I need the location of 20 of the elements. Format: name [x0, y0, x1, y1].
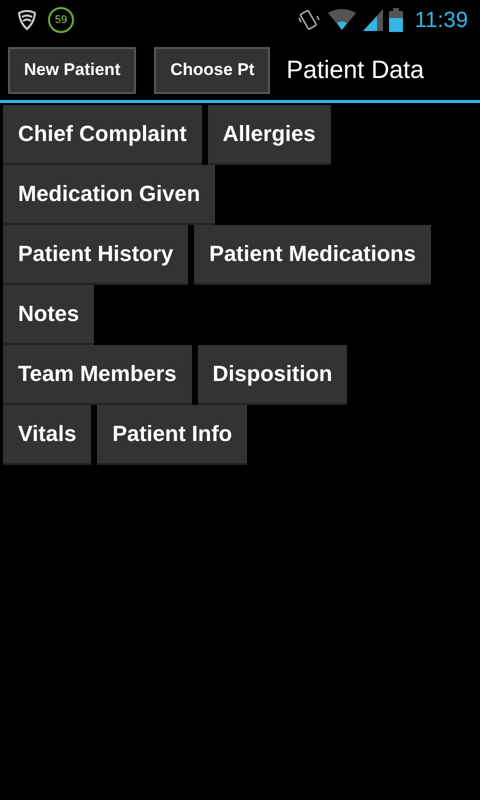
section-button[interactable]: Notes [3, 285, 94, 345]
section-button[interactable]: Disposition [198, 345, 348, 405]
screen-title: Patient Data [286, 56, 424, 84]
section-button[interactable]: Patient History [3, 225, 188, 285]
vibrate-icon [296, 8, 321, 32]
battery-icon [388, 8, 403, 32]
section-button[interactable]: Vitals [3, 405, 92, 465]
section-button[interactable]: Chief Complaint [3, 105, 202, 165]
section-button[interactable]: Allergies [208, 105, 331, 165]
clock-time: 11:39 [414, 7, 468, 33]
section-button[interactable]: Patient Medications [194, 225, 431, 285]
section-button[interactable]: Patient Info [97, 405, 248, 465]
section-button[interactable]: Medication Given [3, 165, 216, 225]
section-button[interactable]: Team Members [3, 345, 192, 405]
header-button[interactable]: New Patient [8, 46, 136, 94]
signal-icon [362, 9, 383, 31]
shield-icon [16, 9, 38, 31]
wifi-icon [326, 9, 357, 31]
notification-count: 59 [48, 7, 74, 33]
header-button[interactable]: Choose Pt [154, 46, 270, 94]
